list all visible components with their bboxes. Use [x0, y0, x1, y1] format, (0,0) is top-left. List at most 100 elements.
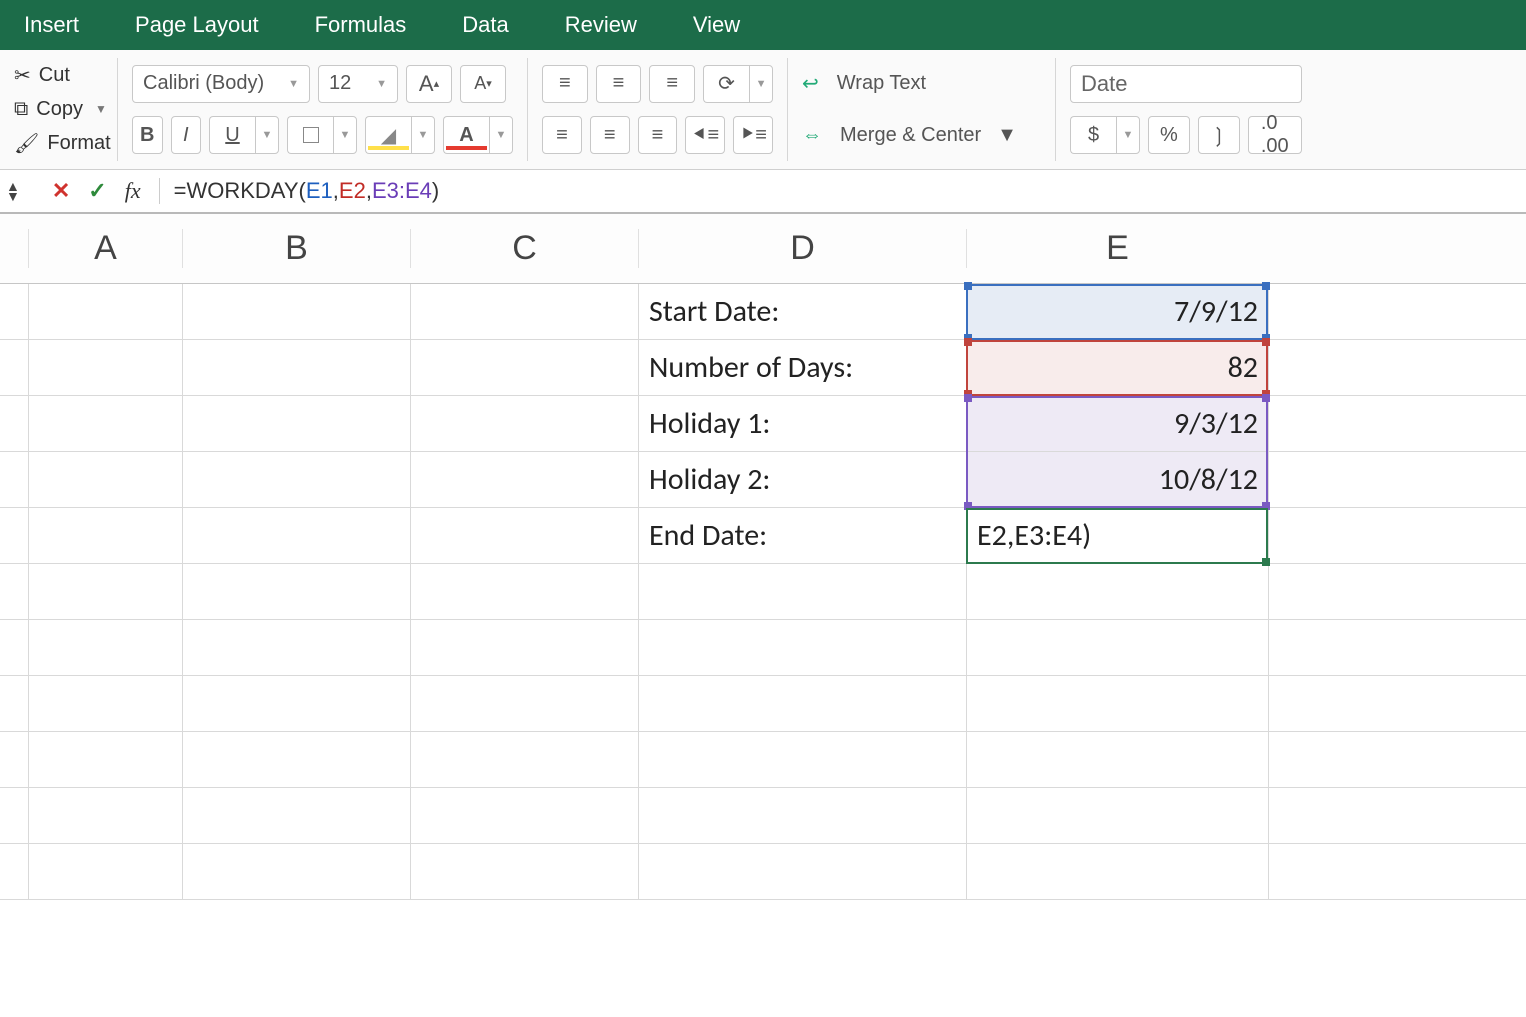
- cell-B1[interactable]: [182, 284, 410, 339]
- cell-A4[interactable]: [28, 452, 182, 507]
- cell-A7[interactable]: [28, 620, 182, 675]
- increase-indent-button[interactable]: ⯈≡: [733, 116, 773, 154]
- cell-F2[interactable]: [1268, 340, 1526, 395]
- cell-F3[interactable]: [1268, 396, 1526, 451]
- cancel-formula-button[interactable]: ✕: [52, 178, 70, 204]
- percent-button[interactable]: %: [1148, 116, 1190, 154]
- cell-F8[interactable]: [1268, 676, 1526, 731]
- grow-font-button[interactable]: A▴: [406, 65, 452, 103]
- cell-F5[interactable]: [1268, 508, 1526, 563]
- align-left-button[interactable]: [542, 116, 582, 154]
- cell-F11[interactable]: [1268, 844, 1526, 899]
- row-header-4[interactable]: [0, 452, 28, 507]
- fx-label[interactable]: fx: [125, 178, 141, 204]
- menu-review[interactable]: Review: [565, 12, 637, 38]
- cell-D8[interactable]: [638, 676, 966, 731]
- cell-A1[interactable]: [28, 284, 182, 339]
- align-center-button[interactable]: [590, 116, 630, 154]
- number-format-select[interactable]: Date: [1070, 65, 1302, 103]
- italic-button[interactable]: I: [171, 116, 202, 154]
- cell-E3[interactable]: 9/3/12: [966, 396, 1268, 451]
- menu-data[interactable]: Data: [462, 12, 508, 38]
- row-header-1[interactable]: [0, 284, 28, 339]
- bold-button[interactable]: B: [132, 116, 163, 154]
- cell-B11[interactable]: [182, 844, 410, 899]
- cell-C10[interactable]: [410, 788, 638, 843]
- row-header-3[interactable]: [0, 396, 28, 451]
- cell-B3[interactable]: [182, 396, 410, 451]
- underline-button[interactable]: U ▼: [209, 116, 279, 154]
- cell-F7[interactable]: [1268, 620, 1526, 675]
- merge-center-button[interactable]: Merge & Center ▼: [802, 110, 1041, 162]
- cell-E1[interactable]: 7/9/12: [966, 284, 1268, 339]
- font-size-select[interactable]: 12 ▼: [318, 65, 398, 103]
- cell-D5[interactable]: End Date:: [638, 508, 966, 563]
- row-header-2[interactable]: [0, 340, 28, 395]
- menu-formulas[interactable]: Formulas: [315, 12, 407, 38]
- increase-decimal-button[interactable]: .0.00: [1248, 116, 1302, 154]
- align-top-button[interactable]: [542, 65, 588, 103]
- cell-F10[interactable]: [1268, 788, 1526, 843]
- cell-D6[interactable]: [638, 564, 966, 619]
- cell-C7[interactable]: [410, 620, 638, 675]
- cell-C11[interactable]: [410, 844, 638, 899]
- cell-A9[interactable]: [28, 732, 182, 787]
- cell-B8[interactable]: [182, 676, 410, 731]
- cell-B10[interactable]: [182, 788, 410, 843]
- cell-D7[interactable]: [638, 620, 966, 675]
- comma-button[interactable]: ❳: [1198, 116, 1240, 154]
- currency-button[interactable]: $ ▼: [1070, 116, 1140, 154]
- font-color-button[interactable]: A ▼: [443, 116, 513, 154]
- cell-D11[interactable]: [638, 844, 966, 899]
- copy-button[interactable]: Copy ▼: [14, 93, 103, 127]
- cell-F4[interactable]: [1268, 452, 1526, 507]
- cell-D4[interactable]: Holiday 2:: [638, 452, 966, 507]
- cell-E10[interactable]: [966, 788, 1268, 843]
- cell-B4[interactable]: [182, 452, 410, 507]
- menu-view[interactable]: View: [693, 12, 740, 38]
- cell-A11[interactable]: [28, 844, 182, 899]
- cell-A6[interactable]: [28, 564, 182, 619]
- cell-C9[interactable]: [410, 732, 638, 787]
- cell-A2[interactable]: [28, 340, 182, 395]
- namebox-stepper[interactable]: ▲▼: [6, 181, 20, 201]
- cell-E11[interactable]: [966, 844, 1268, 899]
- cell-C2[interactable]: [410, 340, 638, 395]
- cell-B7[interactable]: [182, 620, 410, 675]
- decrease-indent-button[interactable]: ⯇≡: [685, 116, 725, 154]
- col-header-D[interactable]: D: [638, 229, 966, 268]
- cell-B9[interactable]: [182, 732, 410, 787]
- cut-button[interactable]: Cut: [14, 58, 103, 92]
- cell-E9[interactable]: [966, 732, 1268, 787]
- wrap-text-button[interactable]: Wrap Text: [802, 58, 1041, 110]
- cell-C5[interactable]: [410, 508, 638, 563]
- align-bottom-button[interactable]: [649, 65, 695, 103]
- cell-D2[interactable]: Number of Days:: [638, 340, 966, 395]
- cell-C4[interactable]: [410, 452, 638, 507]
- orientation-button[interactable]: ⟳ ▼: [703, 65, 773, 103]
- cell-F9[interactable]: [1268, 732, 1526, 787]
- cell-E8[interactable]: [966, 676, 1268, 731]
- cell-C8[interactable]: [410, 676, 638, 731]
- format-painter-button[interactable]: Format: [14, 127, 103, 161]
- cell-E4[interactable]: 10/8/12: [966, 452, 1268, 507]
- cell-A3[interactable]: [28, 396, 182, 451]
- cell-D1[interactable]: Start Date:: [638, 284, 966, 339]
- cell-B2[interactable]: [182, 340, 410, 395]
- cell-B5[interactable]: [182, 508, 410, 563]
- cell-E7[interactable]: [966, 620, 1268, 675]
- cell-F6[interactable]: [1268, 564, 1526, 619]
- menu-page-layout[interactable]: Page Layout: [135, 12, 259, 38]
- cell-A10[interactable]: [28, 788, 182, 843]
- cell-A8[interactable]: [28, 676, 182, 731]
- cell-A5[interactable]: [28, 508, 182, 563]
- formula-input[interactable]: =WORKDAY(E1,E2,E3:E4): [174, 178, 440, 204]
- shrink-font-button[interactable]: A▾: [460, 65, 506, 103]
- cell-D10[interactable]: [638, 788, 966, 843]
- confirm-formula-button[interactable]: ✓: [88, 178, 106, 204]
- fill-color-button[interactable]: ▼: [365, 116, 435, 154]
- border-button[interactable]: ▼: [287, 116, 357, 154]
- col-header-A[interactable]: A: [28, 229, 182, 268]
- menu-insert[interactable]: Insert: [24, 12, 79, 38]
- cell-F1[interactable]: [1268, 284, 1526, 339]
